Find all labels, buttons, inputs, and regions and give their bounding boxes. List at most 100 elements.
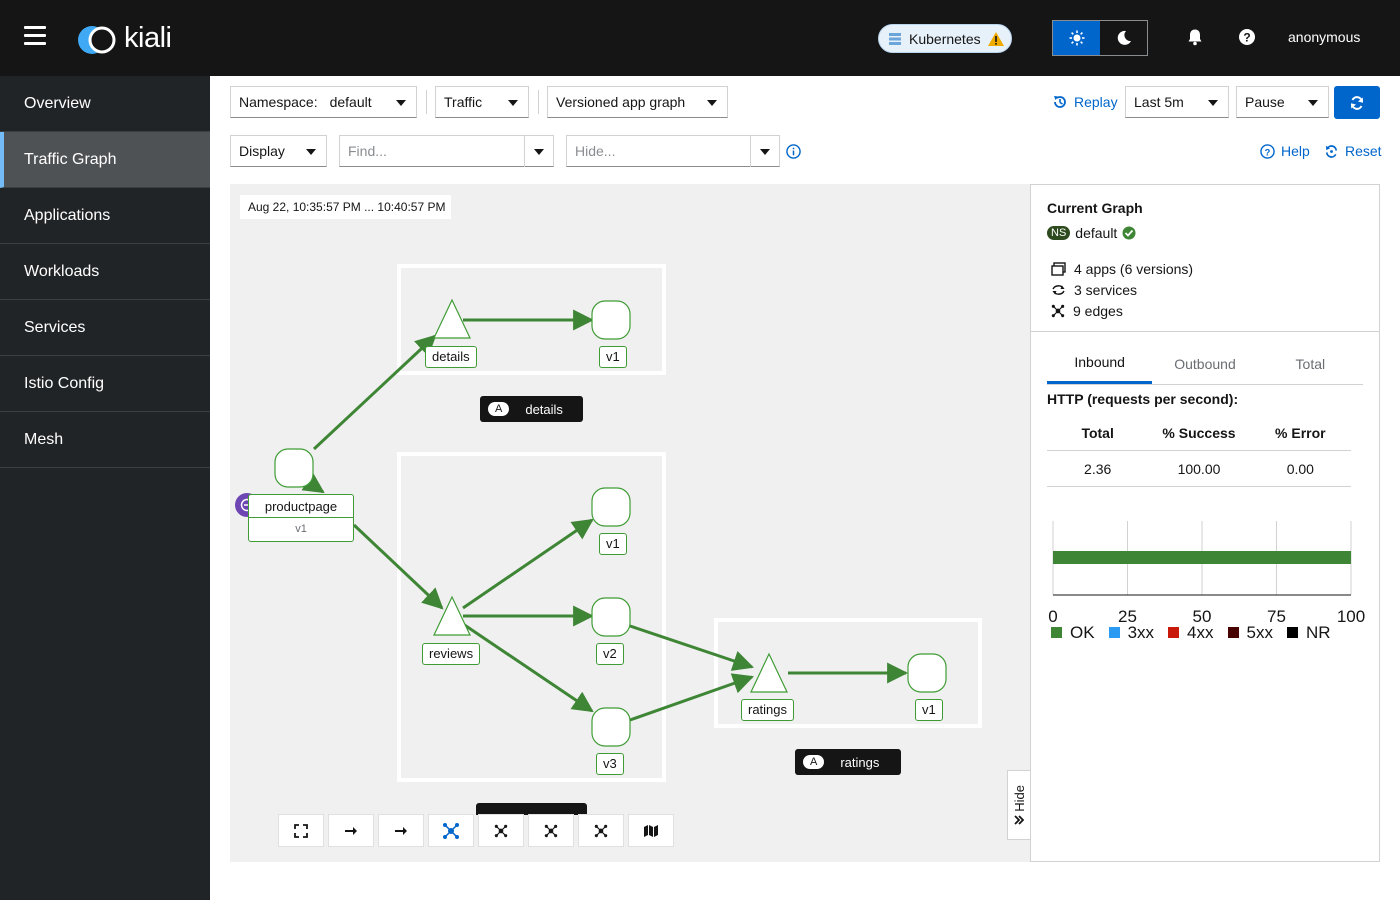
traffic-dropdown[interactable]: Traffic bbox=[435, 86, 529, 118]
layout-default-button[interactable] bbox=[328, 814, 374, 847]
tab-total[interactable]: Total bbox=[1258, 343, 1363, 384]
details-app-label[interactable]: A details bbox=[480, 396, 583, 422]
hide-panel-tab[interactable]: Hide bbox=[1007, 770, 1031, 840]
ratings-v1-label[interactable]: v1 bbox=[915, 699, 943, 721]
sidebar-item-istio-config[interactable]: Istio Config bbox=[0, 356, 210, 412]
tab-outbound[interactable]: Outbound bbox=[1152, 343, 1257, 384]
duration-dropdown[interactable]: Last 5m bbox=[1125, 86, 1229, 118]
zoom-to-fit-button[interactable] bbox=[278, 814, 324, 847]
ratings-v1-node[interactable] bbox=[907, 653, 947, 693]
refresh-button[interactable] bbox=[1334, 86, 1380, 119]
ratings-app-label[interactable]: A ratings bbox=[795, 749, 901, 775]
productpage-label[interactable]: productpage v1 bbox=[248, 494, 354, 542]
reviews-label[interactable]: reviews bbox=[422, 643, 481, 665]
edge-productpage-details[interactable] bbox=[312, 334, 437, 451]
productpage-node[interactable] bbox=[274, 448, 314, 488]
caret-down-icon[interactable] bbox=[534, 149, 544, 155]
sidebar-item-workloads[interactable]: Workloads bbox=[0, 244, 210, 300]
dark-theme-button[interactable] bbox=[1100, 21, 1147, 55]
brand-name[interactable]: kiali bbox=[124, 22, 172, 55]
layout-4-button[interactable] bbox=[528, 814, 574, 847]
edge-v3-ratings[interactable] bbox=[629, 673, 754, 722]
ratings-service-node[interactable] bbox=[750, 652, 788, 693]
details-v1-node[interactable] bbox=[591, 300, 631, 340]
reviews-v3-label[interactable]: v3 bbox=[596, 753, 624, 775]
sidebar-item-mesh[interactable]: Mesh bbox=[0, 412, 210, 468]
reviews-v1-label[interactable]: v1 bbox=[599, 533, 627, 555]
services-stat: 3 services bbox=[1051, 282, 1137, 298]
reviews-v3-node[interactable] bbox=[591, 707, 631, 747]
legend-nr[interactable]: NR bbox=[1286, 623, 1331, 643]
legend-ok[interactable]: OK bbox=[1051, 623, 1095, 643]
info-icon[interactable] bbox=[786, 144, 801, 159]
caret-down-icon bbox=[508, 100, 518, 106]
edge-v2-ratings[interactable] bbox=[629, 624, 754, 671]
legend-3xx[interactable]: 3xx bbox=[1108, 623, 1154, 643]
header-error: % Error bbox=[1275, 424, 1326, 441]
details-v1-label[interactable]: v1 bbox=[599, 346, 627, 368]
details-app-name: details bbox=[525, 401, 563, 417]
edge-reviews-v3[interactable] bbox=[462, 622, 594, 713]
summary-panel: Current Graph NS default 4 apps (6 versi… bbox=[1030, 184, 1380, 862]
toolbar-divider bbox=[538, 90, 539, 114]
find-input[interactable]: Find... bbox=[339, 135, 554, 167]
light-theme-button[interactable] bbox=[1053, 21, 1100, 55]
help-icon[interactable]: ? bbox=[1238, 28, 1256, 46]
graph-type-dropdown[interactable]: Versioned app graph bbox=[547, 86, 728, 118]
namespace-badge[interactable]: NS default bbox=[1047, 225, 1136, 241]
reviews-v1-node[interactable] bbox=[591, 487, 631, 527]
sidebar-item-services[interactable]: Services bbox=[0, 300, 210, 356]
warning-icon bbox=[987, 31, 1004, 46]
sidebar-item-applications[interactable]: Applications bbox=[0, 188, 210, 244]
edge-reviews-v1[interactable] bbox=[462, 518, 594, 610]
hide-input[interactable]: Hide... bbox=[566, 135, 780, 167]
ratings-label[interactable]: ratings bbox=[741, 699, 795, 721]
reset-link[interactable]: Reset bbox=[1324, 143, 1382, 159]
app-badge: A bbox=[488, 402, 510, 416]
legend-5xx[interactable]: 5xx bbox=[1227, 623, 1273, 643]
bell-icon[interactable] bbox=[1186, 28, 1204, 46]
replay-button[interactable]: Replay bbox=[1052, 94, 1118, 110]
display-dropdown[interactable]: Display bbox=[230, 135, 327, 167]
user-menu[interactable]: anonymous bbox=[1288, 29, 1360, 45]
sidebar-item-overview[interactable]: Overview bbox=[0, 76, 210, 132]
layout-1-button[interactable] bbox=[378, 814, 424, 847]
namespace-dropdown[interactable]: Namespace: default bbox=[230, 86, 417, 118]
edge-productpage-reviews-start[interactable] bbox=[301, 472, 325, 494]
legend-4xx[interactable]: 4xx bbox=[1168, 623, 1214, 643]
layout-5-button[interactable] bbox=[578, 814, 624, 847]
cell-error: 0.00 bbox=[1286, 460, 1314, 477]
edges-stat: 9 edges bbox=[1051, 303, 1123, 319]
reviews-v2-node[interactable] bbox=[591, 597, 631, 637]
legend-swatch bbox=[1227, 627, 1239, 638]
help-label: Help bbox=[1281, 143, 1310, 159]
refresh-interval-label: Pause bbox=[1245, 94, 1285, 110]
details-label[interactable]: details bbox=[425, 346, 477, 368]
refresh-interval-dropdown[interactable]: Pause bbox=[1236, 86, 1329, 118]
sidebar-item-traffic-graph[interactable]: Traffic Graph bbox=[0, 132, 210, 188]
input-divider bbox=[750, 136, 751, 167]
layout-3-button[interactable] bbox=[478, 814, 524, 847]
reset-icon bbox=[1325, 144, 1338, 158]
chart-tick-label: 100 bbox=[1337, 607, 1365, 626]
legend-swatch bbox=[1108, 627, 1120, 638]
legend-swatch bbox=[1051, 627, 1062, 638]
caret-down-icon[interactable] bbox=[760, 149, 770, 155]
legend-button[interactable] bbox=[628, 814, 674, 847]
graph-toolbar bbox=[278, 814, 678, 847]
cell-success: 100.00 bbox=[1177, 460, 1221, 477]
cluster-badge[interactable]: Kubernetes bbox=[878, 24, 1012, 53]
reviews-v2-label[interactable]: v2 bbox=[596, 643, 624, 665]
help-link[interactable]: ? Help bbox=[1260, 143, 1310, 159]
tab-inbound[interactable]: Inbound bbox=[1047, 343, 1153, 384]
layout-2-button[interactable] bbox=[428, 814, 474, 847]
caret-down-icon bbox=[396, 100, 406, 106]
input-divider bbox=[524, 136, 525, 167]
hamburger-menu-icon[interactable] bbox=[24, 26, 46, 46]
services-icon bbox=[1052, 285, 1065, 295]
check-circle-icon bbox=[1122, 226, 1136, 240]
kiali-logo-icon[interactable] bbox=[72, 22, 122, 56]
header-success: % Success bbox=[1162, 424, 1236, 441]
svg-text:?: ? bbox=[1243, 31, 1250, 45]
toolbar-divider bbox=[426, 90, 427, 114]
